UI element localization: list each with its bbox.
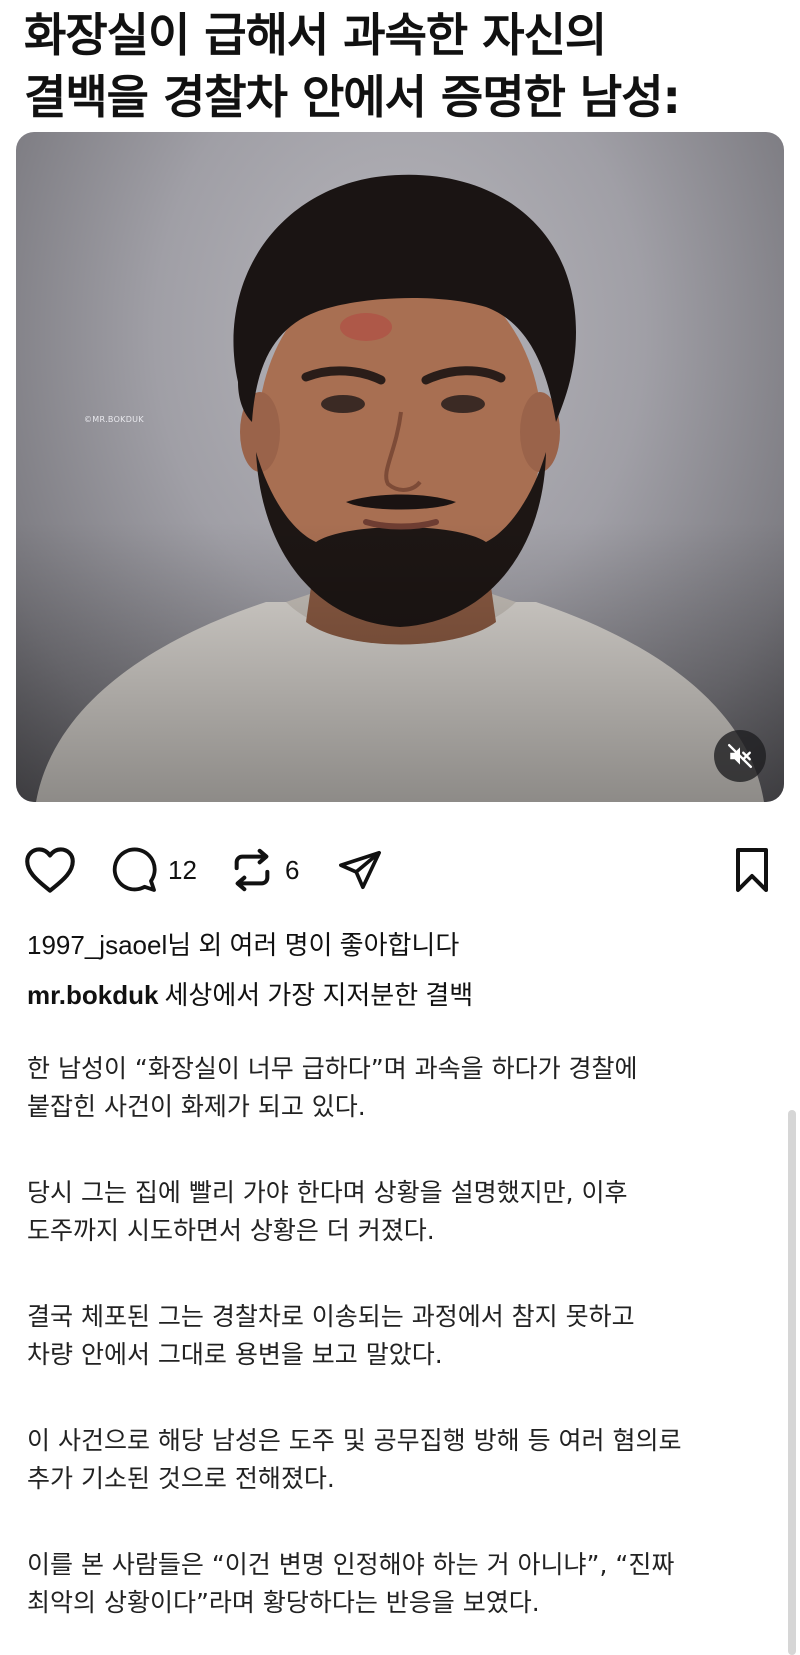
- paragraph-line: 결국 체포된 그는 경찰차로 이송되는 과정에서 참지 못하고: [27, 1302, 635, 1331]
- scrollbar[interactable]: [788, 1110, 796, 1655]
- headline-line-1: 화장실이 급해서 과속한 자신의: [24, 8, 607, 62]
- like-button[interactable]: [24, 840, 76, 900]
- paragraph-line: 도주까지 시도하면서 상황은 더 커졌다.: [27, 1216, 435, 1245]
- share-button[interactable]: [337, 840, 383, 900]
- comment-bubble-icon: [112, 847, 157, 892]
- repost-icon: [234, 848, 270, 892]
- speaker-muted-icon: [727, 743, 753, 769]
- bookmark-icon: [736, 848, 768, 892]
- headline-line-2: 결백을 경찰차 안에서 증명한 남성:: [24, 70, 681, 124]
- caption-text: 세상에서 가장 지저분한 결백: [164, 980, 474, 1010]
- post-headline: 화장실이 급해서 과속한 자신의 결백을 경찰차 안에서 증명한 남성:: [24, 4, 784, 128]
- body-paragraph: 당시 그는 집에 빨리 가야 한다며 상황을 설명했지만, 이후도주까지 시도하…: [27, 1174, 767, 1250]
- likes-suffix: 님 외 여러 명이 좋아합니다: [167, 930, 460, 960]
- paragraph-line: 붙잡힌 사건이 화제가 되고 있다.: [27, 1092, 366, 1121]
- repost-button[interactable]: 6: [229, 840, 299, 900]
- liker-username[interactable]: 1997_jsaoel: [27, 930, 167, 960]
- body-paragraph: 이를 본 사람들은 “이건 변명 인정해야 하는 거 아니냐”, “진짜최악의 …: [27, 1546, 767, 1622]
- body-paragraph: 결국 체포된 그는 경찰차로 이송되는 과정에서 참지 못하고차량 안에서 그대…: [27, 1298, 767, 1374]
- paragraph-line: 차량 안에서 그대로 용변을 보고 말았다.: [27, 1340, 443, 1369]
- post-caption: mr.bokduk 세상에서 가장 지저분한 결백: [27, 975, 473, 1012]
- post-body: 한 남성이 “화장실이 너무 급하다”며 과속을 하다가 경찰에붙잡힌 사건이 …: [27, 1050, 767, 1655]
- body-paragraph: 이 사건으로 해당 남성은 도주 및 공무집행 방해 등 여러 혐의로추가 기소…: [27, 1422, 767, 1498]
- body-paragraph: 한 남성이 “화장실이 너무 급하다”며 과속을 하다가 경찰에붙잡힌 사건이 …: [27, 1050, 767, 1126]
- repost-count: 6: [285, 854, 300, 885]
- save-button[interactable]: [732, 840, 772, 900]
- comment-count: 12: [168, 854, 197, 885]
- paragraph-line: 최악의 상황이다”라며 황당하다는 반응을 보였다.: [27, 1588, 540, 1617]
- paragraph-line: 당시 그는 집에 빨리 가야 한다며 상황을 설명했지만, 이후: [27, 1178, 628, 1207]
- comment-button[interactable]: 12: [110, 840, 197, 900]
- paragraph-line: 한 남성이 “화장실이 너무 급하다”며 과속을 하다가 경찰에: [27, 1054, 638, 1083]
- author-username[interactable]: mr.bokduk: [27, 980, 158, 1010]
- watermark-text: ©MR.BOKDUK: [84, 415, 144, 424]
- post-action-bar: 12 6: [24, 840, 776, 900]
- paper-plane-icon: [339, 850, 381, 890]
- paragraph-line: 이 사건으로 해당 남성은 도주 및 공무집행 방해 등 여러 혐의로: [27, 1426, 682, 1455]
- media-shade: [16, 522, 784, 802]
- heart-icon: [25, 847, 75, 893]
- paragraph-line: 추가 기소된 것으로 전해졌다.: [27, 1464, 335, 1493]
- post-media[interactable]: ©MR.BOKDUK: [16, 132, 784, 802]
- likes-summary: 1997_jsaoel님 외 여러 명이 좋아합니다: [27, 925, 459, 962]
- paragraph-line: 이를 본 사람들은 “이건 변명 인정해야 하는 거 아니냐”, “진짜: [27, 1550, 675, 1579]
- mute-toggle-button[interactable]: [714, 730, 766, 782]
